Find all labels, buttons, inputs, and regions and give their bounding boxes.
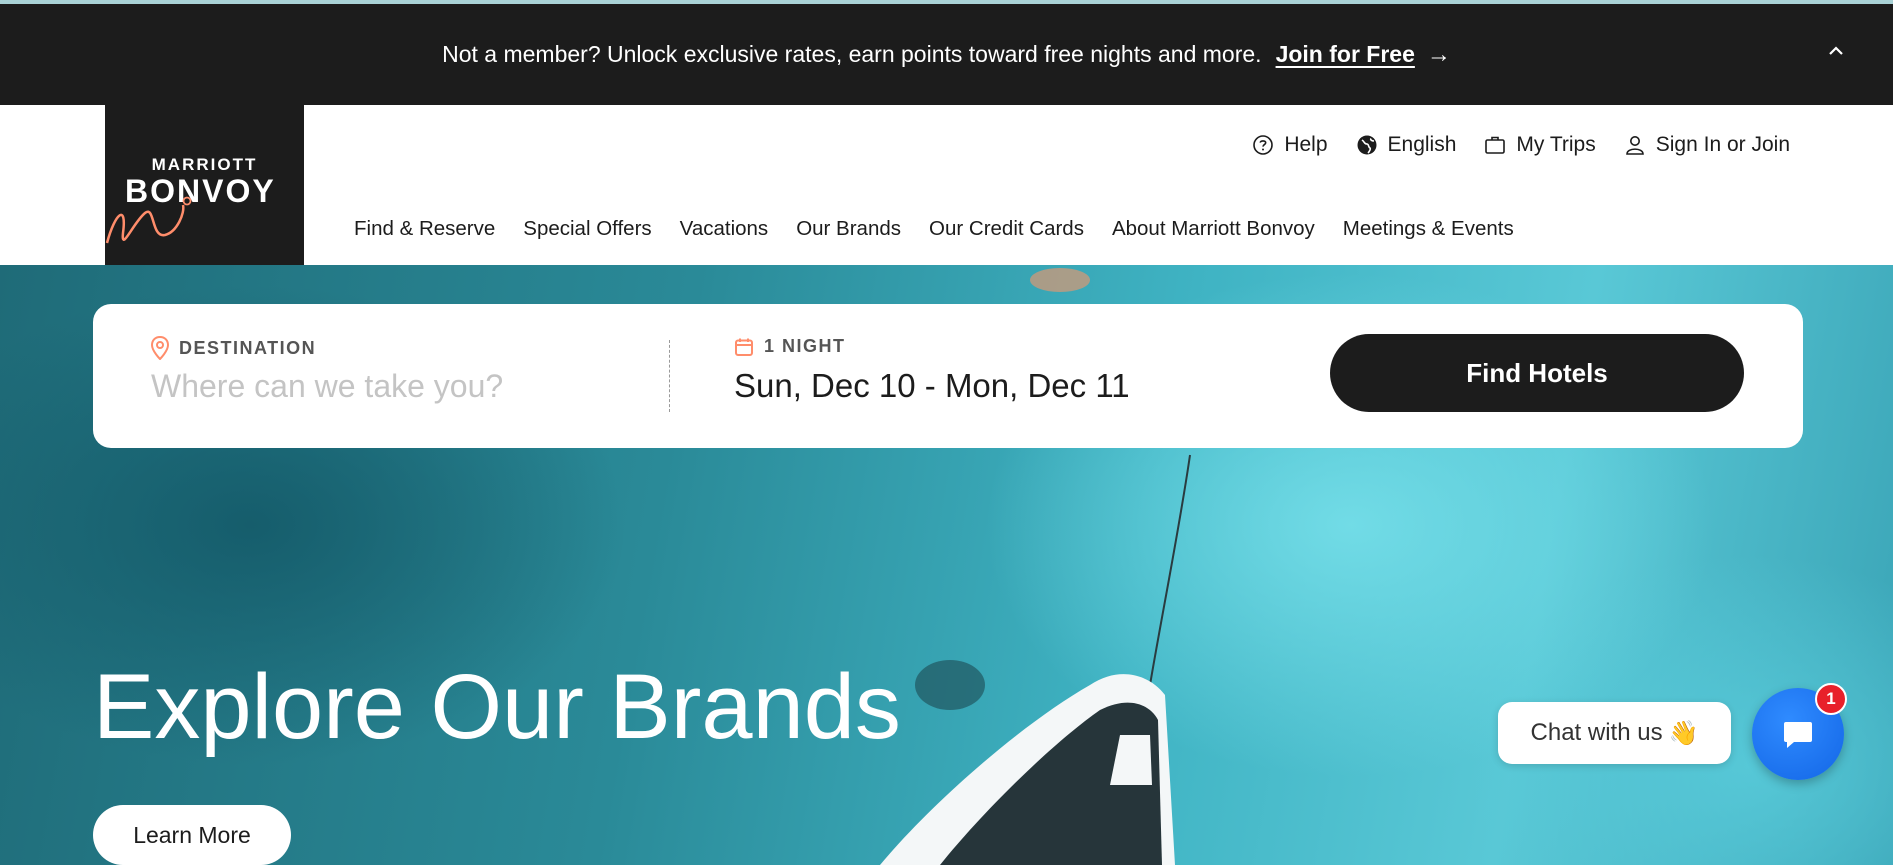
chevron-up-icon[interactable] xyxy=(1825,40,1847,62)
destination-field[interactable]: DESTINATION xyxy=(151,336,651,405)
help-circle-icon xyxy=(1253,135,1274,155)
arrow-right-icon: → xyxy=(1426,40,1451,68)
dates-field[interactable]: 1 NIGHT Sun, Dec 10 - Mon, Dec 11 xyxy=(734,336,1130,405)
my-trips-link[interactable]: My Trips xyxy=(1484,133,1596,157)
promo-message: Not a member? Unlock exclusive rates, ea… xyxy=(442,41,1262,67)
chat-notification-badge: 1 xyxy=(1815,683,1847,715)
nav-credit-cards[interactable]: Our Credit Cards xyxy=(929,217,1084,241)
nav-vacations[interactable]: Vacations xyxy=(680,217,769,241)
nav-special-offers[interactable]: Special Offers xyxy=(523,217,651,241)
logo-script-icon xyxy=(105,196,192,244)
nav-find-reserve[interactable]: Find & Reserve xyxy=(354,217,495,241)
find-hotels-button[interactable]: Find Hotels xyxy=(1330,334,1744,412)
marriott-bonvoy-logo[interactable]: MARRIOTT BONVOY xyxy=(105,105,304,265)
sign-in-label: Sign In or Join xyxy=(1655,133,1790,156)
destination-label-row: DESTINATION xyxy=(151,336,651,360)
nav-about-bonvoy[interactable]: About Marriott Bonvoy xyxy=(1112,217,1315,241)
calendar-icon xyxy=(735,338,753,356)
search-divider xyxy=(669,340,670,412)
site-header: MARRIOTT BONVOY Help English My Trips Si… xyxy=(0,105,1893,265)
globe-icon xyxy=(1357,135,1377,155)
waving-hand-icon: 👋 xyxy=(1668,719,1699,747)
chat-bubble-icon xyxy=(1784,722,1812,748)
utility-nav: Help English My Trips Sign In or Join xyxy=(1252,133,1790,157)
hero-title: Explore Our Brands xyxy=(93,656,901,758)
nights-label-row: 1 NIGHT xyxy=(734,336,1130,357)
nav-meetings-events[interactable]: Meetings & Events xyxy=(1343,217,1514,241)
briefcase-icon xyxy=(1485,136,1506,154)
language-label: English xyxy=(1387,133,1457,156)
chat-with-us-pill[interactable]: Chat with us 👋 xyxy=(1498,702,1731,764)
main-nav: Find & Reserve Special Offers Vacations … xyxy=(354,217,1514,241)
language-selector[interactable]: English xyxy=(1356,133,1457,157)
user-icon xyxy=(1625,136,1644,155)
chat-pill-label: Chat with us xyxy=(1530,719,1663,746)
search-bar: DESTINATION 1 NIGHT Sun, Dec 10 - Mon, D… xyxy=(93,304,1803,448)
nav-our-brands[interactable]: Our Brands xyxy=(796,217,901,241)
promo-banner: Not a member? Unlock exclusive rates, ea… xyxy=(0,4,1893,105)
help-label: Help xyxy=(1284,133,1328,156)
sign-in-link[interactable]: Sign In or Join xyxy=(1624,133,1790,157)
logo-line1: MARRIOTT xyxy=(151,155,258,174)
location-pin-icon xyxy=(151,336,169,360)
join-for-free-link[interactable]: Join for Free xyxy=(1276,41,1415,68)
destination-label: DESTINATION xyxy=(179,337,317,358)
nights-label: 1 NIGHT xyxy=(764,336,846,356)
my-trips-label: My Trips xyxy=(1516,133,1596,156)
help-link[interactable]: Help xyxy=(1252,133,1328,157)
destination-input[interactable] xyxy=(151,368,651,405)
learn-more-button[interactable]: Learn More xyxy=(93,805,291,865)
dates-value: Sun, Dec 10 - Mon, Dec 11 xyxy=(734,367,1130,404)
